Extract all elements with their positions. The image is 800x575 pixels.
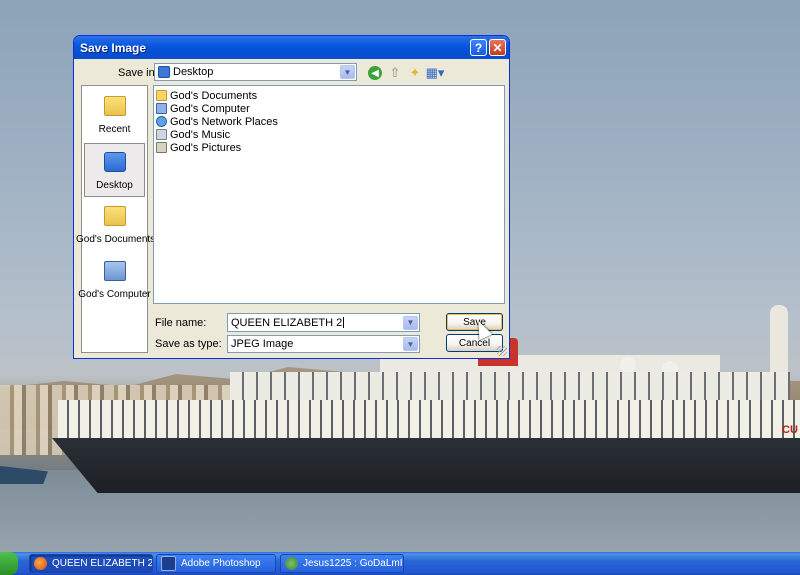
title-bar[interactable]: Save Image ? ✕ <box>74 36 509 59</box>
taskbar-item-messenger[interactable]: Jesus1225 : GoDaLmIg... <box>280 554 404 573</box>
taskbar-item-label: QUEEN ELIZABETH 2-... <box>52 558 153 569</box>
list-item[interactable]: God's Documents <box>156 89 502 102</box>
save-as-type-dropdown[interactable]: JPEG Image ▼ <box>227 335 420 353</box>
places-item-label: Desktop <box>96 180 133 191</box>
dialog-title: Save Image <box>80 40 147 55</box>
help-icon: ? <box>474 40 483 55</box>
list-item[interactable]: God's Music <box>156 128 502 141</box>
places-item-computer[interactable]: God's Computer <box>78 253 151 307</box>
list-item[interactable]: God's Computer <box>156 102 502 115</box>
list-item[interactable]: God's Pictures <box>156 141 502 154</box>
pictures-folder-icon <box>156 142 167 153</box>
file-list[interactable]: God's Documents God's Computer God's Net… <box>153 85 505 304</box>
list-item-label: God's Documents <box>170 89 258 102</box>
ship-name-text: CU <box>782 424 798 436</box>
taskbar-item-label: Jesus1225 : GoDaLmIg... <box>303 558 403 569</box>
places-item-desktop[interactable]: Desktop <box>84 143 145 197</box>
places-item-label: God's Computer <box>78 289 151 300</box>
photoshop-icon <box>161 556 176 571</box>
file-name-label: File name: <box>155 317 207 329</box>
computer-icon <box>156 103 167 114</box>
documents-folder-icon <box>103 206 126 226</box>
save-in-label: Save in: <box>118 67 158 79</box>
file-name-input[interactable]: QUEEN ELIZABETH 2 ▼ <box>227 313 420 332</box>
network-places-icon <box>156 116 167 127</box>
save-image-dialog: Save Image ? ✕ Save in: Desktop ▼ ◀ ⇧ ✦ … <box>73 35 510 359</box>
list-item-label: God's Pictures <box>170 141 242 154</box>
save-as-type-label: Save as type: <box>155 338 222 350</box>
chevron-down-icon[interactable]: ▼ <box>403 337 418 351</box>
documents-folder-icon <box>156 90 167 101</box>
ship-dome <box>620 357 636 373</box>
help-button[interactable]: ? <box>470 39 487 56</box>
ship-hull <box>52 438 800 493</box>
file-name-value: QUEEN ELIZABETH 2 <box>231 316 343 329</box>
computer-icon <box>103 261 126 281</box>
chevron-down-icon[interactable]: ▼ <box>403 315 418 330</box>
recent-folder-icon <box>103 96 126 116</box>
desktop-icon <box>158 66 170 78</box>
resize-grip[interactable] <box>497 346 507 356</box>
firefox-icon <box>34 557 47 570</box>
chevron-down-icon[interactable]: ▼ <box>340 65 355 79</box>
places-item-label: God's Documents <box>76 234 156 245</box>
places-bar: Recent Desktop God's Documents God's Com… <box>76 85 155 353</box>
messenger-icon <box>285 557 298 570</box>
list-item-label: God's Network Places <box>170 115 278 128</box>
list-item[interactable]: God's Network Places <box>156 115 502 128</box>
places-item-recent[interactable]: Recent <box>82 88 147 142</box>
tug-boat <box>0 466 48 484</box>
cancel-button[interactable]: Cancel <box>446 334 503 352</box>
music-folder-icon <box>156 129 167 140</box>
places-item-documents[interactable]: God's Documents <box>76 198 155 252</box>
taskbar-item-photoshop[interactable]: Adobe Photoshop <box>156 554 276 573</box>
taskbar: QUEEN ELIZABETH 2-... Adobe Photoshop Je… <box>0 552 800 575</box>
close-button[interactable]: ✕ <box>489 39 506 56</box>
save-in-value: Desktop <box>173 66 214 78</box>
desktop-icon <box>103 152 126 172</box>
views-menu-icon[interactable]: ▦▾ <box>425 65 445 81</box>
save-in-dropdown[interactable]: Desktop ▼ <box>154 63 357 81</box>
new-folder-icon[interactable]: ✦ <box>407 65 423 81</box>
places-item-label: Recent <box>98 124 131 135</box>
text-caret <box>343 317 345 329</box>
back-arrow-icon[interactable]: ◀ <box>368 66 382 80</box>
taskbar-item-label: Adobe Photoshop <box>181 558 261 569</box>
save-as-type-value: JPEG Image <box>231 338 294 350</box>
list-item-label: God's Music <box>170 128 231 141</box>
start-button[interactable] <box>0 552 18 575</box>
close-icon: ✕ <box>492 40 503 55</box>
list-item-label: God's Computer <box>170 102 250 115</box>
file-name-value-wrap: QUEEN ELIZABETH 2 <box>228 317 403 329</box>
taskbar-item-firefox[interactable]: QUEEN ELIZABETH 2-... <box>29 554 153 573</box>
ship-superstructure <box>58 400 800 442</box>
up-folder-icon[interactable]: ⇧ <box>387 65 403 81</box>
